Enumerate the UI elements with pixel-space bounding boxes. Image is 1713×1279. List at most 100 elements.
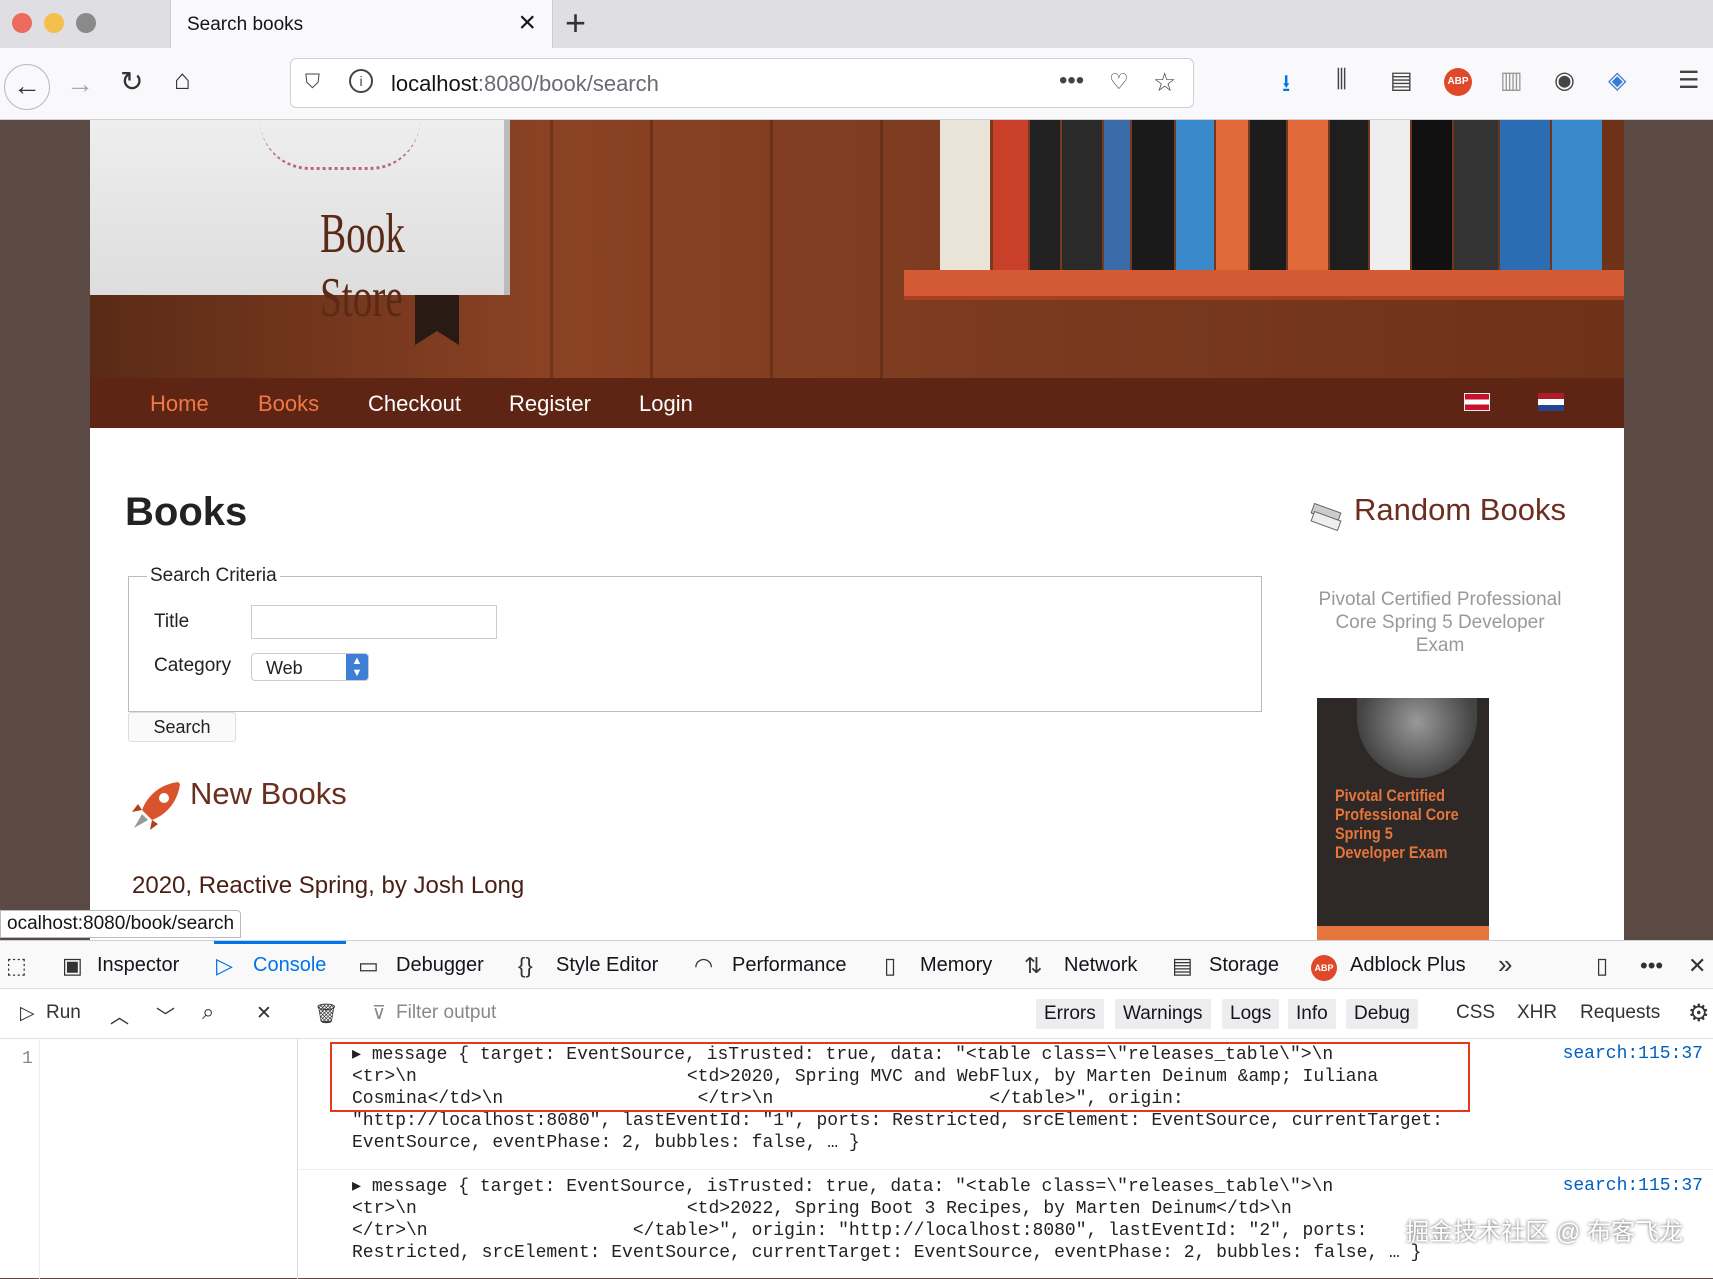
- menu-checkout[interactable]: Checkout: [368, 391, 461, 417]
- book-cover-image[interactable]: Pivotal Certified Professional Core Spri…: [1317, 698, 1489, 940]
- home-icon[interactable]: ⌂: [174, 66, 191, 94]
- tab-performance[interactable]: Performance: [732, 954, 847, 977]
- account-icon[interactable]: ◉: [1554, 66, 1575, 95]
- responsive-design-icon[interactable]: ▯: [1596, 953, 1608, 979]
- tab-storage[interactable]: Storage: [1209, 954, 1279, 977]
- performance-icon: ◠: [694, 953, 714, 978]
- filter-output-input[interactable]: Filter output: [396, 1002, 696, 1032]
- back-icon[interactable]: ←: [4, 64, 50, 110]
- log-line: <tr>\n <td>2022, Spring Boot 3 Recipes, …: [352, 1199, 1292, 1219]
- close-devtools-icon[interactable]: ✕: [1688, 953, 1706, 979]
- line-gutter: 1: [0, 1039, 40, 1279]
- downloads-icon[interactable]: ⭳: [1282, 66, 1290, 107]
- filter-info[interactable]: Info: [1288, 999, 1336, 1029]
- window-close-button[interactable]: [12, 13, 32, 33]
- flag-nl-icon[interactable]: [1538, 393, 1564, 411]
- url-bar[interactable]: ⛉ i localhost:8080/book/search ••• ♡ ☆: [290, 58, 1194, 108]
- filter-css[interactable]: CSS: [1456, 1002, 1495, 1024]
- run-icon: ▷: [20, 1003, 35, 1024]
- adblock-icon[interactable]: ABP: [1444, 68, 1472, 96]
- console-toolbar: ▷ Run ︿ ﹀ ⌕ ✕ 🗑 ⊽ Filter output Errors W…: [0, 989, 1713, 1039]
- history-down-icon[interactable]: ﹀: [156, 1002, 175, 1029]
- filter-logs[interactable]: Logs: [1222, 999, 1280, 1029]
- random-book-title[interactable]: Pivotal Certified Professional Core Spri…: [1310, 588, 1570, 657]
- search-criteria-fieldset: Search Criteria Title Category Web ▲ ▼: [128, 565, 1262, 712]
- select-arrows-icon: ▲ ▼: [346, 654, 368, 680]
- bookshelf: [904, 270, 1624, 300]
- status-url: ocalhost:8080/book/search: [0, 910, 242, 938]
- style-editor-icon: {}: [518, 953, 533, 978]
- ornament: [260, 120, 420, 170]
- menu-books[interactable]: Books: [258, 391, 319, 417]
- tab-console[interactable]: Console: [253, 954, 326, 977]
- title-input[interactable]: [251, 605, 497, 639]
- category-select[interactable]: Web ▲ ▼: [251, 653, 369, 681]
- info-icon[interactable]: i: [349, 69, 373, 93]
- log-line: Restricted, srcElement: EventSource, cur…: [352, 1243, 1422, 1263]
- site-menu: Home Books Checkout Register Login: [90, 378, 1624, 428]
- tab-style-editor[interactable]: Style Editor: [556, 954, 658, 977]
- filter-xhr[interactable]: XHR: [1517, 1002, 1557, 1024]
- log-line: EventSource, eventPhase: 2, bubbles: fal…: [352, 1133, 860, 1153]
- reload-icon[interactable]: ↻: [120, 68, 143, 96]
- close-editor-icon[interactable]: ✕: [256, 1002, 272, 1025]
- menu-login[interactable]: Login: [639, 391, 693, 417]
- search-icon[interactable]: ⌕: [202, 999, 214, 1025]
- options-icon[interactable]: •••: [1640, 953, 1663, 979]
- tab-adblock-plus[interactable]: Adblock Plus: [1350, 954, 1466, 977]
- console-editor[interactable]: [40, 1039, 298, 1279]
- new-book-item[interactable]: 2020, Reactive Spring, by Josh Long: [132, 872, 524, 900]
- tab-title: Search books: [187, 14, 304, 35]
- bookmark-star-icon[interactable]: ☆: [1153, 67, 1176, 98]
- category-label: Category: [154, 655, 232, 676]
- pocket-icon[interactable]: ♡: [1109, 69, 1129, 95]
- cover-art: [1357, 698, 1477, 778]
- filter-requests[interactable]: Requests: [1580, 1002, 1660, 1024]
- log-line: ▸ message { target: EventSource, isTrust…: [352, 1177, 1334, 1197]
- page-actions-icon[interactable]: •••: [1059, 67, 1084, 95]
- filter-errors[interactable]: Errors: [1036, 999, 1104, 1029]
- search-button[interactable]: Search: [128, 712, 236, 742]
- tab-network[interactable]: Network: [1064, 954, 1137, 977]
- extension-icon[interactable]: ◈: [1608, 66, 1626, 95]
- library-icon[interactable]: ⫼: [1336, 66, 1347, 94]
- element-picker-icon[interactable]: ⬚: [6, 953, 27, 979]
- highlight-annotation: [330, 1042, 1470, 1112]
- logo-book: Book Store: [90, 120, 510, 329]
- reader-icon[interactable]: ▥: [1500, 66, 1523, 95]
- trash-icon[interactable]: 🗑: [314, 1002, 338, 1026]
- forward-icon[interactable]: →: [66, 70, 94, 98]
- menu-icon[interactable]: ☰: [1678, 66, 1700, 95]
- filter-debug[interactable]: Debug: [1346, 999, 1418, 1029]
- message-location-link[interactable]: search:115:37: [1563, 1176, 1703, 1196]
- close-tab-icon[interactable]: ×: [518, 6, 536, 40]
- shield-icon[interactable]: ⛉: [305, 71, 320, 94]
- sidebar-icon[interactable]: ▤: [1390, 66, 1413, 95]
- url-text: localhost:8080/book/search: [391, 71, 659, 97]
- message-location-link[interactable]: search:115:37: [1563, 1044, 1703, 1064]
- title-label: Title: [154, 611, 190, 632]
- storage-icon: ▤: [1172, 953, 1193, 978]
- history-up-icon[interactable]: ︿: [110, 1002, 129, 1029]
- new-tab-icon[interactable]: +: [565, 2, 586, 44]
- menu-home[interactable]: Home: [150, 391, 209, 417]
- console-settings-icon[interactable]: ⚙: [1688, 999, 1710, 1028]
- menu-register[interactable]: Register: [509, 391, 591, 417]
- tab-debugger[interactable]: Debugger: [396, 954, 484, 977]
- message-separator: [298, 1169, 1713, 1170]
- window-minimize-button[interactable]: [44, 13, 64, 33]
- flag-uk-icon[interactable]: [1464, 393, 1490, 411]
- tab-bar: Search books × +: [0, 0, 1713, 50]
- debugger-icon: ▭: [358, 953, 379, 978]
- url-path: :8080/book/search: [477, 71, 659, 96]
- window-zoom-button[interactable]: [76, 13, 96, 33]
- run-button[interactable]: Run: [46, 1002, 81, 1024]
- bookmark-ribbon: [415, 295, 459, 345]
- browser-tab[interactable]: Search books ×: [170, 0, 553, 50]
- more-tabs-icon[interactable]: »: [1498, 949, 1512, 980]
- tab-memory[interactable]: Memory: [920, 954, 992, 977]
- random-books-heading: Random Books: [1354, 492, 1566, 527]
- url-host: localhost: [391, 71, 478, 96]
- filter-warnings[interactable]: Warnings: [1115, 999, 1211, 1029]
- tab-inspector[interactable]: Inspector: [97, 954, 179, 977]
